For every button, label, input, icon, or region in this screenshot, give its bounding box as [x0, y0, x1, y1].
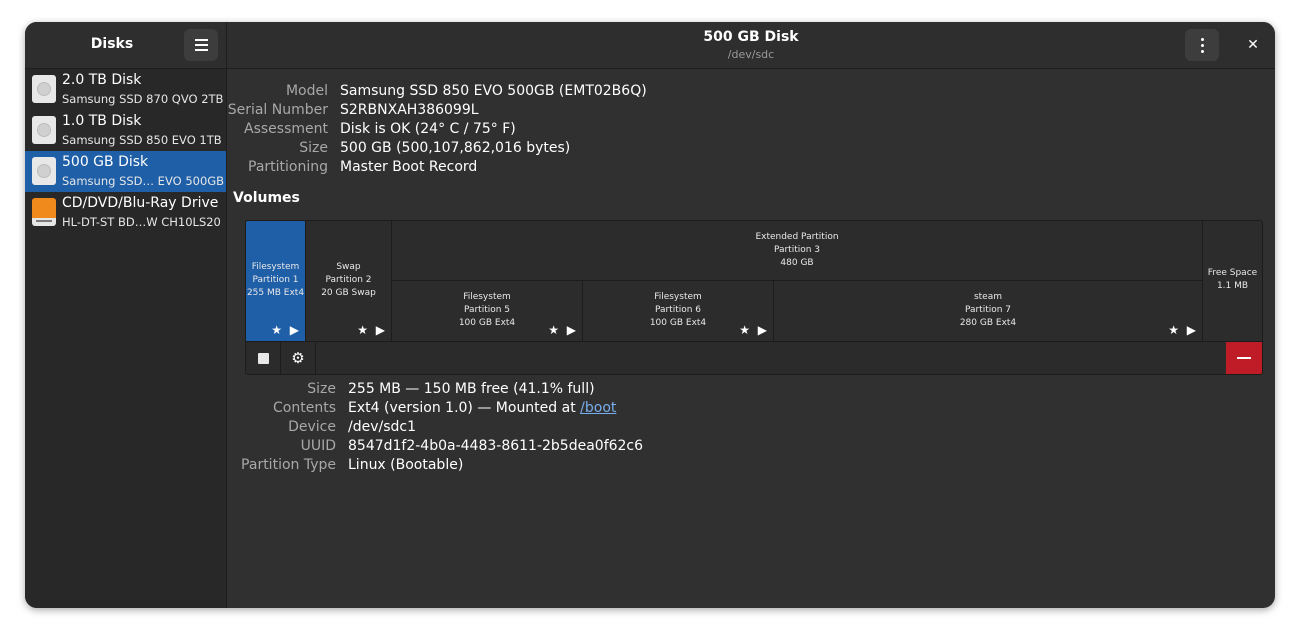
partition-size-label: Size	[307, 381, 336, 397]
partitioning-value: Master Boot Record	[340, 159, 478, 175]
disk-name: 1.0 TB Disk	[62, 113, 142, 129]
size-value: 500 GB (500,107,862,016 bytes)	[340, 140, 571, 156]
disk-item-1tb[interactable]: 1.0 TB Disk Samsung SSD 850 EVO 1TB	[25, 110, 226, 151]
contents-value: Ext4 (version 1.0) — Mounted at /boot	[348, 400, 616, 416]
volumes-heading: Volumes	[233, 190, 300, 206]
hard-disk-icon	[32, 116, 56, 144]
device-label: Device	[288, 419, 336, 435]
disk-model: HL-DT-ST BD…W CH10LS20	[62, 215, 221, 229]
free-space-size: 1.1 MB	[1216, 281, 1249, 291]
disk-name: 2.0 TB Disk	[62, 72, 142, 88]
main-header: 500 GB Disk /dev/sdc ✕	[227, 22, 1275, 69]
close-button[interactable]: ✕	[1240, 32, 1266, 58]
partition-size: 255 MB Ext4	[246, 288, 305, 298]
unmount-button[interactable]	[246, 342, 281, 374]
disk-device-path: /dev/sdc	[727, 48, 775, 61]
gear-icon: ⚙	[291, 349, 305, 367]
partition-type: Filesystem	[251, 262, 300, 272]
partition-type: Filesystem	[654, 292, 702, 302]
disk-title: 500 GB Disk	[703, 29, 799, 45]
mounted-star-icon: ★ ▶	[548, 323, 578, 337]
model-label: Model	[285, 83, 328, 99]
hard-disk-icon	[32, 157, 56, 185]
uuid-label: UUID	[300, 438, 336, 454]
disk-name: CD/DVD/Blu-Ray Drive	[62, 195, 219, 211]
partition-number: Partition 2	[325, 275, 372, 285]
sidebar: Disks 2.0 TB Disk Samsung SSD 870 QVO 2T…	[25, 22, 227, 608]
partition-5[interactable]: Filesystem Partition 5 100 GB Ext4 ★ ▶	[392, 281, 583, 341]
partition-type-value: Linux (Bootable)	[348, 457, 464, 473]
partition-1[interactable]: Filesystem Partition 1 255 MB Ext4 ★ ▶	[246, 221, 306, 341]
partition-size: 480 GB	[780, 258, 814, 268]
disk-model: Samsung SSD 850 EVO 1TB	[62, 133, 222, 147]
partition-2[interactable]: Swap Partition 2 20 GB Swap ★ ▶	[306, 221, 392, 341]
partitioning-label: Partitioning	[248, 159, 328, 175]
assessment-value: Disk is OK (24° C / 75° F)	[340, 121, 516, 137]
partition-type: Filesystem	[463, 292, 511, 302]
uuid-value: 8547d1f2-4b0a-4483-8611-2b5dea0f62c6	[348, 438, 644, 454]
disk-name: 500 GB Disk	[62, 154, 149, 170]
optical-drive-icon	[32, 198, 56, 226]
delete-partition-button[interactable]	[1226, 342, 1262, 374]
partition-type: steam	[973, 292, 1003, 302]
disk-model: Samsung SSD 870 QVO 2TB	[62, 92, 224, 106]
mounted-star-icon: ★ ▶	[357, 323, 387, 337]
volumes-map: Filesystem Partition 1 255 MB Ext4 ★ ▶ S…	[245, 220, 1263, 375]
stop-icon	[258, 353, 269, 364]
main-menu-button[interactable]	[184, 29, 218, 61]
kebab-menu-icon	[1201, 38, 1204, 41]
partition-number: Partition 6	[654, 305, 702, 315]
model-value: Samsung SSD 850 EVO 500GB (EMT02B6Q)	[340, 83, 647, 99]
disk-item-optical[interactable]: CD/DVD/Blu-Ray Drive HL-DT-ST BD…W CH10L…	[25, 192, 226, 233]
mounted-star-icon: ★ ▶	[1168, 323, 1198, 337]
disk-model: Samsung SSD… EVO 500GB	[62, 174, 225, 188]
free-space-label: Free Space	[1207, 268, 1258, 278]
sidebar-header: Disks	[25, 22, 226, 69]
partition-number: Partition 7	[964, 305, 1012, 315]
disks-window: Disks 2.0 TB Disk Samsung SSD 870 QVO 2T…	[25, 22, 1275, 608]
partition-size: 20 GB Swap	[321, 288, 376, 298]
disk-item-2tb[interactable]: 2.0 TB Disk Samsung SSD 870 QVO 2TB	[25, 69, 226, 110]
partition-type: Swap	[336, 262, 361, 272]
serial-value: S2RBNXAH386099L	[340, 102, 479, 118]
hamburger-menu-icon	[195, 39, 208, 41]
mounted-star-icon: ★ ▶	[271, 323, 301, 337]
volume-toolbar: ⚙	[246, 341, 1262, 374]
device-value: /dev/sdc1	[348, 419, 417, 435]
partition-options-button[interactable]: ⚙	[281, 342, 316, 374]
partition-number: Partition 3	[773, 245, 821, 255]
size-label: Size	[299, 140, 328, 156]
disk-item-500gb[interactable]: 500 GB Disk Samsung SSD… EVO 500GB	[25, 151, 226, 192]
partition-number: Partition 1	[252, 275, 299, 285]
partition-number: Partition 5	[463, 305, 511, 315]
partition-type-label: Partition Type	[241, 457, 336, 473]
partition-3-extended[interactable]: Extended Partition Partition 3 480 GB	[392, 221, 1203, 281]
partition-size-value: 255 MB — 150 MB free (41.1% full)	[348, 381, 595, 397]
mount-point-link[interactable]: /boot	[580, 400, 616, 416]
serial-label: Serial Number	[227, 102, 328, 118]
contents-text: Ext4 (version 1.0) — Mounted at	[348, 400, 581, 416]
contents-label: Contents	[273, 400, 336, 416]
minus-icon	[1237, 357, 1251, 359]
partition-type: Extended Partition	[755, 232, 839, 242]
partition-size: 280 GB Ext4	[959, 318, 1017, 328]
partition-7[interactable]: steam Partition 7 280 GB Ext4 ★ ▶	[774, 281, 1203, 341]
app-title: Disks	[90, 36, 134, 52]
partition-6[interactable]: Filesystem Partition 6 100 GB Ext4 ★ ▶	[583, 281, 774, 341]
hard-disk-icon	[32, 75, 56, 103]
free-space[interactable]: Free Space 1.1 MB	[1203, 221, 1262, 341]
disk-menu-button[interactable]	[1185, 29, 1219, 61]
assessment-label: Assessment	[244, 121, 328, 137]
mounted-star-icon: ★ ▶	[739, 323, 769, 337]
